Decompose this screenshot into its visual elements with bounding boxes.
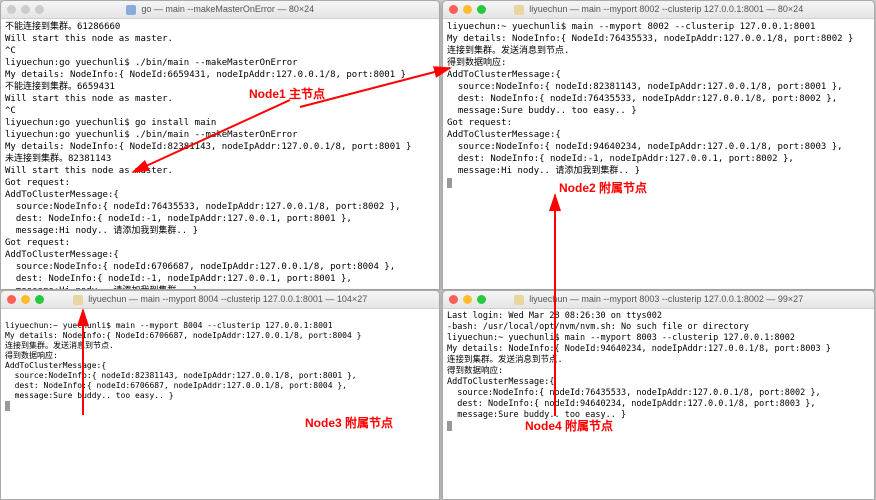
- titlebar[interactable]: liyuechun — main --myport 8002 --cluster…: [443, 1, 874, 19]
- annotation-node1: Node1 主节点: [249, 85, 325, 102]
- window-title: liyuechun — main --myport 8003 --cluster…: [443, 294, 874, 305]
- terminal-window-node3[interactable]: liyuechun — main --myport 8004 --cluster…: [0, 290, 440, 500]
- traffic-lights[interactable]: [7, 5, 44, 14]
- folder-icon: [126, 5, 136, 15]
- annotation-node3: Node3 附属节点: [305, 414, 393, 431]
- terminal-output[interactable]: 不能连接到集群。61286660 Will start this node as…: [1, 19, 439, 290]
- close-icon[interactable]: [449, 5, 458, 14]
- home-icon: [514, 295, 524, 305]
- traffic-lights[interactable]: [7, 295, 44, 304]
- terminal-output[interactable]: liyuechun:~ yuechunli$ main --myport 800…: [443, 19, 874, 191]
- window-title: liyuechun — main --myport 8002 --cluster…: [443, 4, 874, 15]
- annotation-node4: Node4 附属节点: [525, 417, 613, 434]
- zoom-icon[interactable]: [477, 5, 486, 14]
- close-icon[interactable]: [449, 295, 458, 304]
- terminal-window-node1[interactable]: go — main --makeMasterOnError — 80×24 不能…: [0, 0, 440, 290]
- terminal-output[interactable]: liyuechun:~ yuechunli$ main --myport 800…: [1, 309, 439, 414]
- minimize-icon[interactable]: [463, 295, 472, 304]
- terminal-window-node4[interactable]: liyuechun — main --myport 8003 --cluster…: [442, 290, 875, 500]
- traffic-lights[interactable]: [449, 5, 486, 14]
- titlebar[interactable]: go — main --makeMasterOnError — 80×24: [1, 1, 439, 19]
- terminal-output[interactable]: Last login: Wed Mar 28 08:26:30 on ttys0…: [443, 309, 874, 435]
- annotation-node2: Node2 附属节点: [559, 179, 647, 196]
- minimize-icon[interactable]: [21, 5, 30, 14]
- home-icon: [514, 5, 524, 15]
- window-title: liyuechun — main --myport 8004 --cluster…: [1, 294, 439, 305]
- traffic-lights[interactable]: [449, 295, 486, 304]
- titlebar[interactable]: liyuechun — main --myport 8003 --cluster…: [443, 291, 874, 309]
- close-icon[interactable]: [7, 5, 16, 14]
- zoom-icon[interactable]: [35, 5, 44, 14]
- minimize-icon[interactable]: [463, 5, 472, 14]
- home-icon: [73, 295, 83, 305]
- minimize-icon[interactable]: [21, 295, 30, 304]
- close-icon[interactable]: [7, 295, 16, 304]
- zoom-icon[interactable]: [35, 295, 44, 304]
- terminal-window-node2[interactable]: liyuechun — main --myport 8002 --cluster…: [442, 0, 875, 290]
- zoom-icon[interactable]: [477, 295, 486, 304]
- titlebar[interactable]: liyuechun — main --myport 8004 --cluster…: [1, 291, 439, 309]
- window-title: go — main --makeMasterOnError — 80×24: [1, 4, 439, 15]
